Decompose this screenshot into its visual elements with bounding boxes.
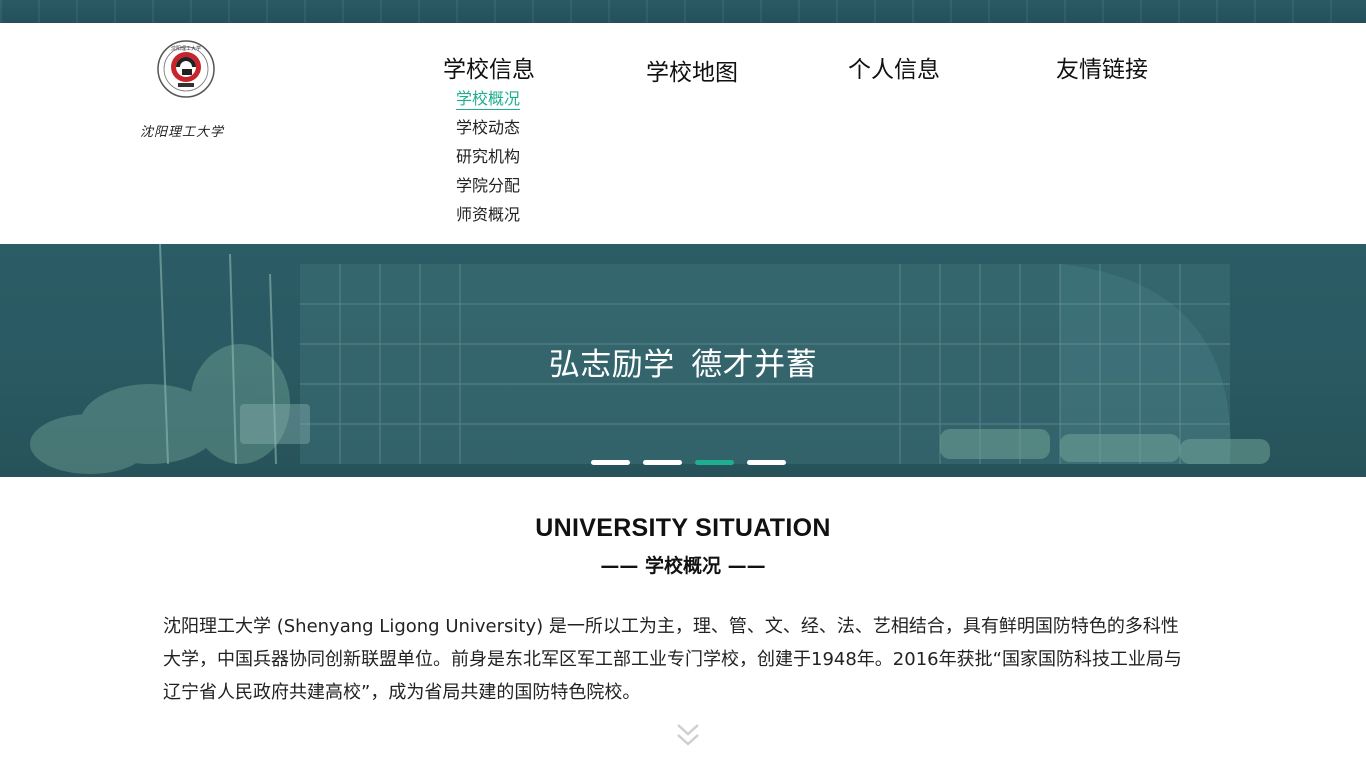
carousel-dot-3[interactable] [695,460,734,465]
university-logo[interactable]: 沈阳理工大学 [140,39,234,119]
section-title-en: UNIVERSITY SITUATION [535,514,831,542]
submenu-item-faculty[interactable]: 师资概况 [456,203,520,232]
double-chevron-down-icon[interactable] [676,722,700,748]
nav-friend-links[interactable]: 友情链接 [1056,50,1148,84]
submenu-item-label: 学校概况 [456,89,521,110]
submenu-item-colleges[interactable]: 学院分配 [456,174,520,203]
carousel-dot-1[interactable] [591,460,630,465]
site-header: 沈阳理工大学 沈阳理工大学 学校信息 学校地图 个人信息 友情链接 学校概况 学… [0,23,1366,244]
carousel-dot-2[interactable] [643,460,682,465]
carousel-dot-4[interactable] [747,460,786,465]
nav-school-info[interactable]: 学校信息 [443,50,535,84]
banner-slogan: 弘志励学 德才并蓄 [548,347,818,383]
logo-wordmark: 沈阳理工大学 [140,125,225,140]
section-title-cn: —— 学校概况 —— [600,555,766,577]
nav-school-map[interactable]: 学校地图 [646,53,738,87]
hero-banner: 弘志励学 德才并蓄 [0,244,1366,477]
svg-text:沈阳理工大学: 沈阳理工大学 [171,45,201,52]
submenu-item-news[interactable]: 学校动态 [456,116,520,145]
banner-top-strip [0,0,1366,23]
university-intro-text: 沈阳理工大学 (Shenyang Ligong University) 是一所以… [163,616,1182,703]
submenu-item-research[interactable]: 研究机构 [456,145,520,174]
submenu-item-overview[interactable]: 学校概况 [456,87,521,116]
school-info-submenu: 学校概况 学校动态 研究机构 学院分配 师资概况 [456,87,521,232]
nav-personal-info[interactable]: 个人信息 [848,50,940,84]
